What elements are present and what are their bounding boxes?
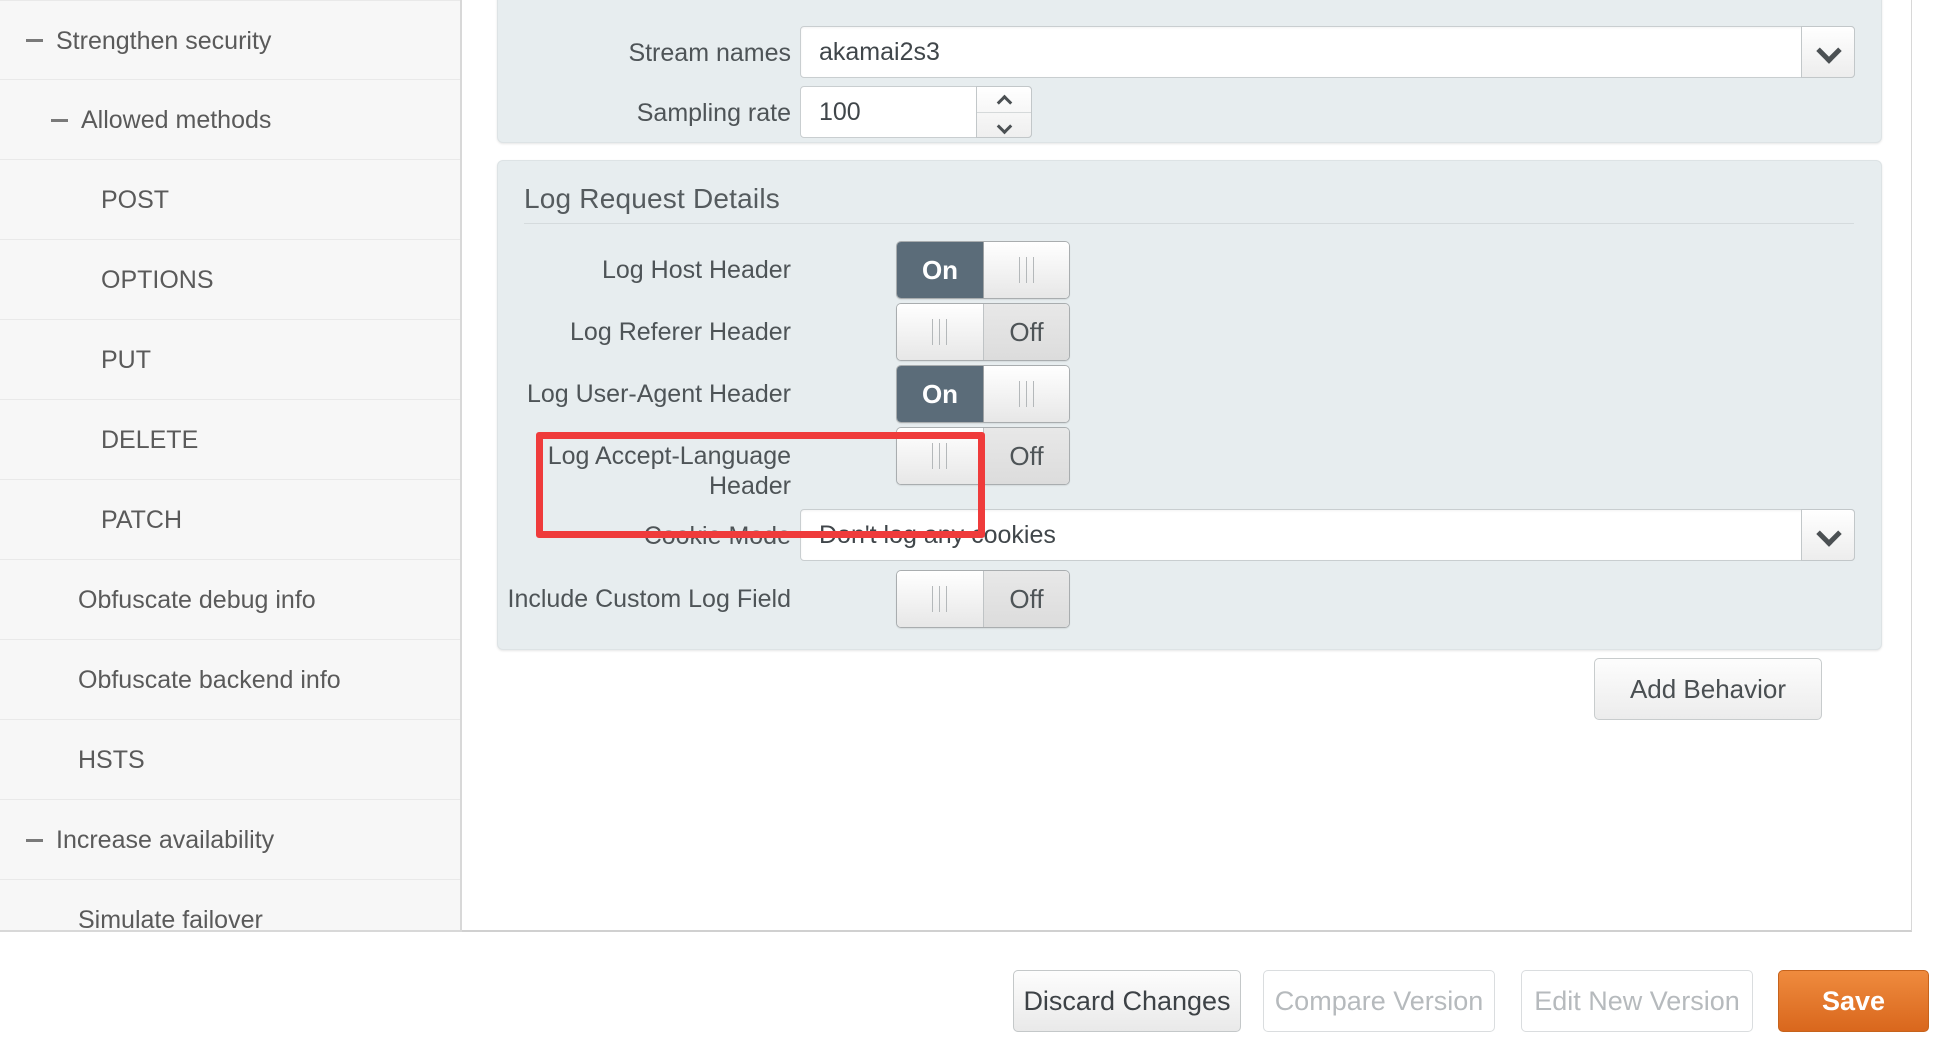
toggle-on-label: On — [897, 366, 983, 422]
toggle-handle[interactable] — [897, 571, 983, 627]
sidebar-item-obfuscate-backend-info[interactable]: Obfuscate backend info — [0, 640, 460, 720]
sidebar-item-simulate-failover[interactable]: Simulate failover — [0, 880, 460, 932]
sidebar-item-label: Simulate failover — [78, 906, 263, 932]
field-row-include-custom-log-field: Include Custom Log Field Off — [498, 570, 1881, 632]
toggle-handle[interactable] — [983, 366, 1069, 422]
sidebar-item-label: PUT — [101, 346, 151, 374]
sidebar-item-label: POST — [101, 186, 170, 214]
quantity-stepper[interactable] — [976, 86, 1032, 138]
caret-up-icon[interactable] — [977, 87, 1031, 112]
sampling-rate-label: Sampling rate — [636, 99, 791, 127]
stream-names-select[interactable]: akamai2s3 — [800, 26, 1855, 78]
log-accept-language-header-label: Log Accept-Language Header — [547, 442, 791, 500]
include-custom-log-field-toggle[interactable]: Off — [896, 570, 1070, 628]
grip-icon — [932, 319, 949, 345]
stream-names-label: Stream names — [628, 39, 791, 67]
cookie-mode-value: Don't log any cookies — [819, 521, 1056, 549]
log-host-header-label: Log Host Header — [601, 256, 791, 284]
sidebar-item-label: Obfuscate backend info — [78, 666, 341, 694]
log-user-agent-header-toggle[interactable]: On — [896, 365, 1070, 423]
discard-changes-button[interactable]: Discard Changes — [1013, 970, 1241, 1032]
add-behavior-button[interactable]: Add Behavior — [1594, 658, 1822, 720]
log-accept-language-header-toggle[interactable]: Off — [896, 427, 1070, 485]
behavior-settings-screen: Strengthen security Allowed methods POST… — [0, 0, 1946, 1056]
sidebar-item-label: PATCH — [101, 506, 183, 534]
cookie-mode-select[interactable]: Don't log any cookies — [800, 509, 1855, 561]
behavior-tree-sidebar[interactable]: Strengthen security Allowed methods POST… — [0, 0, 462, 932]
sidebar-item-label: DELETE — [101, 426, 199, 454]
grip-icon — [1018, 257, 1036, 283]
sampling-rate-value: 100 — [819, 98, 861, 126]
grip-icon — [1018, 381, 1036, 407]
log-host-header-toggle[interactable]: On — [896, 241, 1070, 299]
include-custom-log-field-label: Include Custom Log Field — [507, 585, 791, 613]
toggle-handle[interactable] — [983, 242, 1069, 298]
field-row-stream-names: Stream names akamai2s3 — [498, 26, 1881, 88]
field-row-sampling-rate: Sampling rate 100 — [498, 86, 1881, 148]
field-row-log-referer-header: Log Referer Header Off — [498, 303, 1881, 365]
sidebar-item-label: HSTS — [78, 746, 145, 774]
toggle-off-label: Off — [983, 571, 1069, 627]
behavior-detail-panel: Stream names akamai2s3 Sampling rate 100 — [462, 0, 1912, 932]
caret-down-icon[interactable] — [977, 112, 1031, 137]
toggle-handle[interactable] — [897, 304, 983, 360]
sidebar-item-post[interactable]: POST — [0, 160, 460, 240]
minus-icon[interactable] — [26, 838, 43, 842]
minus-icon[interactable] — [51, 118, 68, 122]
field-row-log-accept-language-header: Log Accept-Language Header Off — [498, 427, 1881, 500]
log-user-agent-header-label: Log User-Agent Header — [526, 380, 791, 408]
sidebar-item-delete[interactable]: DELETE — [0, 400, 460, 480]
field-row-cookie-mode: Cookie Mode Don't log any cookies — [498, 509, 1881, 571]
divider — [524, 223, 1854, 224]
chevron-down-icon[interactable] — [1801, 509, 1855, 561]
save-button[interactable]: Save — [1778, 970, 1929, 1032]
grip-icon — [932, 586, 949, 612]
field-row-log-user-agent-header: Log User-Agent Header On — [498, 365, 1881, 427]
field-row-log-host-header: Log Host Header On — [498, 241, 1881, 303]
sidebar-item-hsts[interactable]: HSTS — [0, 720, 460, 800]
cookie-mode-label: Cookie Mode — [643, 522, 791, 550]
sampling-rate-input[interactable]: 100 — [800, 86, 1032, 138]
sidebar-item-increase-availability[interactable]: Increase availability — [0, 800, 460, 880]
grip-icon — [932, 443, 949, 469]
toggle-off-label: Off — [983, 428, 1069, 484]
minus-icon[interactable] — [26, 39, 43, 42]
compare-version-button: Compare Version — [1263, 970, 1495, 1032]
chevron-down-icon[interactable] — [1801, 26, 1855, 78]
log-request-details-panel: Log Request Details Log Host Header On L… — [497, 160, 1882, 650]
page-title: Log Request Details — [524, 183, 780, 214]
toggle-off-label: Off — [983, 304, 1069, 360]
log-referer-header-toggle[interactable]: Off — [896, 303, 1070, 361]
edit-new-version-button: Edit New Version — [1521, 970, 1753, 1032]
toggle-on-label: On — [897, 242, 983, 298]
toggle-handle[interactable] — [897, 428, 983, 484]
data-stream-panel: Stream names akamai2s3 Sampling rate 100 — [497, 0, 1882, 143]
stream-names-value: akamai2s3 — [819, 38, 940, 66]
sidebar-item-label: OPTIONS — [101, 266, 214, 294]
log-referer-header-label: Log Referer Header — [570, 318, 791, 346]
